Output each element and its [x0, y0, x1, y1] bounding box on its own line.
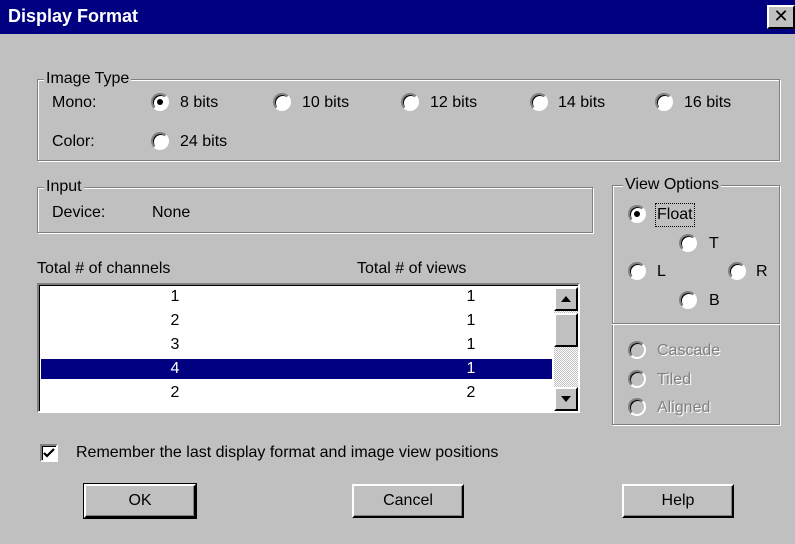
mono-12bits-radio[interactable]: [401, 93, 419, 111]
ok-button[interactable]: OK: [83, 483, 197, 519]
table-row[interactable]: 2 2: [41, 383, 552, 403]
mono-14bits-label[interactable]: 14 bits: [558, 93, 605, 113]
left-radio[interactable]: [628, 262, 646, 280]
color-24bits-radio[interactable]: [151, 132, 169, 150]
mono-14bits-radio[interactable]: [530, 93, 548, 111]
mono-8bits-radio[interactable]: [151, 93, 169, 111]
table-row[interactable]: 3 1: [41, 335, 552, 355]
close-button[interactable]: ✕: [767, 5, 795, 29]
cancel-button-label: Cancel: [383, 492, 433, 509]
input-group: Input: [37, 177, 593, 233]
ok-button-label: OK: [128, 492, 152, 509]
mono-8bits-label[interactable]: 8 bits: [180, 93, 218, 113]
input-legend: Input: [44, 177, 84, 197]
color-24bits-label[interactable]: 24 bits: [180, 132, 227, 152]
views-cell: 1: [466, 288, 476, 305]
help-button[interactable]: Help: [622, 484, 734, 518]
tiled-radio: [628, 370, 646, 388]
window-title: Display Format: [8, 6, 139, 26]
right-radio[interactable]: [728, 262, 746, 280]
view-options-legend: View Options: [623, 175, 721, 195]
device-label: Device:: [52, 204, 106, 221]
remember-label[interactable]: Remember the last display format and ima…: [76, 443, 498, 463]
close-icon: ✕: [773, 6, 789, 26]
float-radio[interactable]: [628, 205, 646, 223]
aligned-label: Aligned: [657, 399, 711, 416]
mono-10bits-label[interactable]: 10 bits: [302, 93, 349, 113]
remember-checkbox[interactable]: [40, 444, 58, 462]
arrow-down-icon: [561, 396, 571, 402]
top-label[interactable]: T: [709, 234, 719, 254]
image-type-group: Image Type: [37, 69, 780, 161]
checkmark-icon: [43, 448, 55, 458]
image-type-legend: Image Type: [44, 69, 132, 89]
scroll-down-button[interactable]: [554, 387, 578, 411]
mono-16bits-radio[interactable]: [655, 93, 673, 111]
mono-16bits-label[interactable]: 16 bits: [684, 93, 731, 113]
mono-label: Mono:: [52, 94, 97, 111]
views-column-header: Total # of views: [357, 260, 467, 277]
channels-listbox[interactable]: 1 1 2 1 3 1 4 1 2 2: [37, 283, 580, 413]
color-label: Color:: [52, 133, 95, 150]
mono-10bits-radio[interactable]: [273, 93, 291, 111]
channels-cell: 1: [170, 288, 180, 305]
cascade-radio: [628, 341, 646, 359]
mono-12bits-label[interactable]: 12 bits: [430, 93, 477, 113]
channels-cell: 4: [170, 360, 180, 377]
help-button-label: Help: [661, 492, 695, 509]
table-row[interactable]: 1 1: [41, 287, 552, 307]
view-options-divider: [612, 323, 780, 325]
views-cell: 1: [466, 360, 476, 377]
cancel-button[interactable]: Cancel: [352, 484, 464, 518]
bottom-label[interactable]: B: [709, 291, 720, 311]
title-bar: Display Format ✕: [0, 0, 795, 34]
device-value: None: [152, 204, 191, 221]
scroll-thumb[interactable]: [554, 313, 578, 347]
scroll-up-button[interactable]: [554, 287, 578, 311]
channels-cell: 2: [170, 312, 180, 329]
vertical-scrollbar[interactable]: [554, 287, 578, 411]
views-cell: 1: [466, 336, 476, 353]
right-label[interactable]: R: [756, 262, 768, 282]
cascade-label: Cascade: [657, 342, 721, 359]
table-row-selected[interactable]: 4 1: [41, 359, 552, 379]
views-cell: 2: [466, 384, 476, 401]
views-cell: 1: [466, 312, 476, 329]
bottom-radio[interactable]: [679, 291, 697, 309]
channels-column-header: Total # of channels: [37, 260, 171, 277]
tiled-label: Tiled: [657, 371, 692, 388]
aligned-radio: [628, 398, 646, 416]
arrow-up-icon: [561, 296, 571, 302]
left-label[interactable]: L: [657, 262, 666, 282]
top-radio[interactable]: [679, 234, 697, 252]
table-row[interactable]: 2 1: [41, 311, 552, 331]
float-label[interactable]: Float: [655, 203, 695, 227]
channels-cell: 2: [170, 384, 180, 401]
channels-cell: 3: [170, 336, 180, 353]
